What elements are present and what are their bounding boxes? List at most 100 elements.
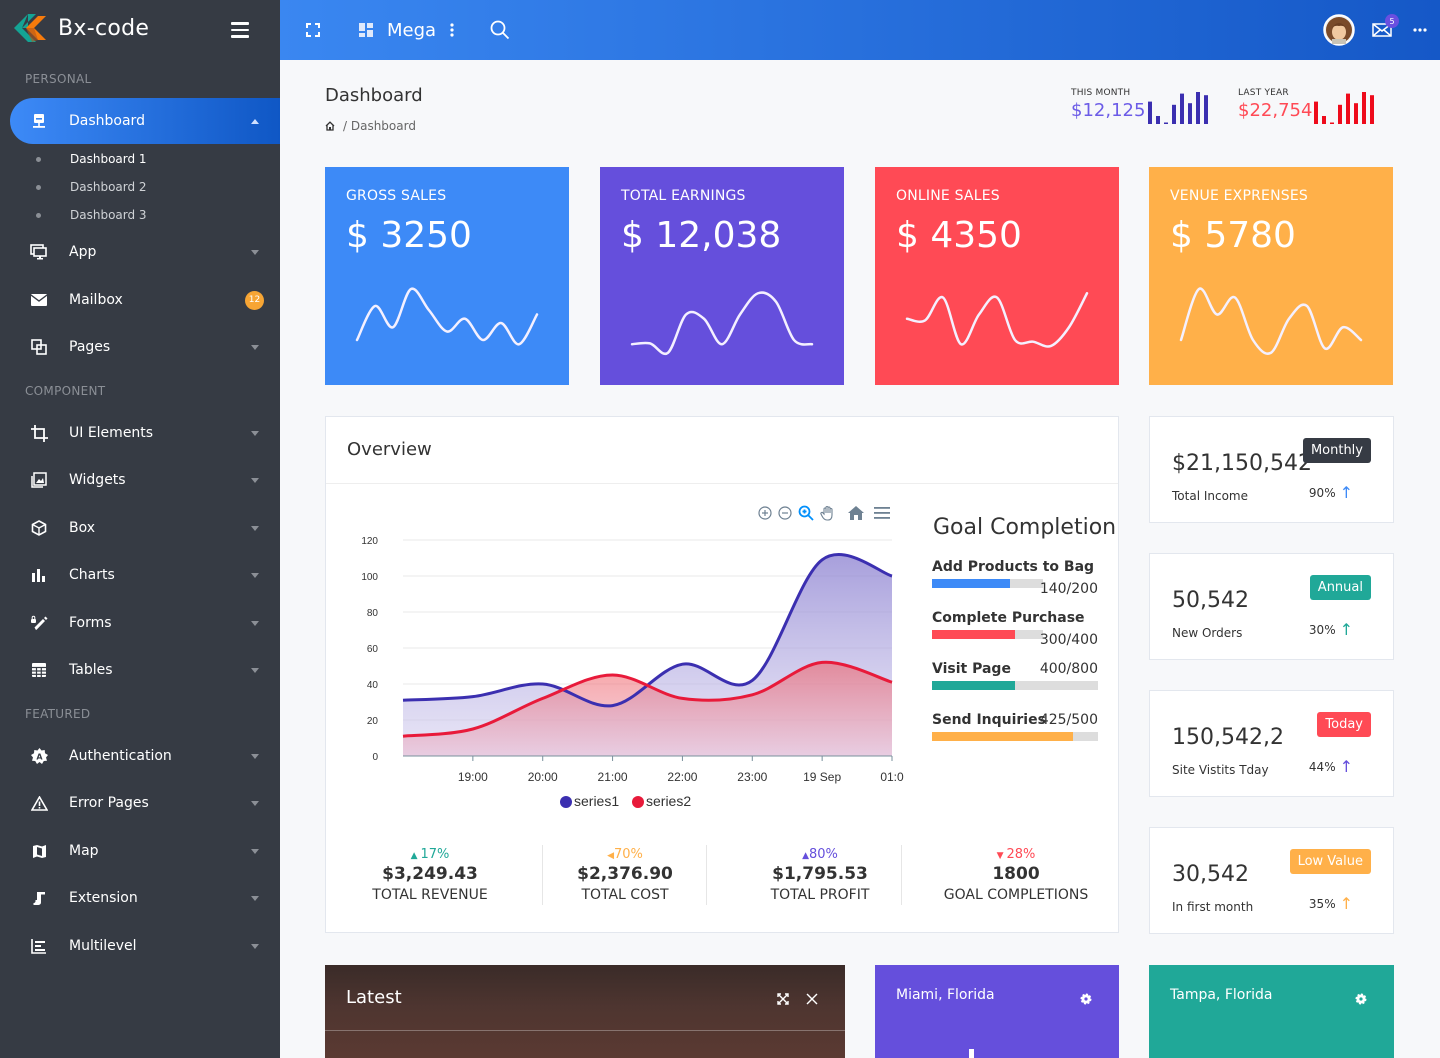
x-tick-label: 19:00 (458, 770, 488, 784)
stat-card-venue-expenses[interactable]: VENUE EXPRENSES $ 5780 (1149, 167, 1393, 385)
sidebar-item-extension[interactable]: Extension (0, 875, 280, 921)
goal-progress-fill (932, 681, 1015, 690)
side-card-change: 90% ↑ (1308, 483, 1353, 502)
close-icon[interactable] (806, 993, 818, 1005)
bullet-icon (36, 184, 41, 190)
goal-progress-fill (932, 630, 1016, 639)
header-stat-sparkbar (1148, 92, 1208, 124)
y-tick-label: 20 (367, 716, 379, 727)
fullscreen-button[interactable] (306, 0, 320, 60)
side-card-total-income: $21,150,542 Total Income Monthly 90% ↑ (1149, 416, 1394, 523)
more-options-button[interactable] (1413, 0, 1427, 60)
mini-bar (1370, 95, 1374, 124)
messages-button[interactable]: 5 (1372, 0, 1399, 60)
sidebar-item-map[interactable]: Map (0, 828, 280, 874)
legend-label[interactable]: series2 (646, 793, 691, 809)
header-stat-sparkbar (1314, 92, 1374, 124)
sidebar-item-app[interactable]: App (0, 229, 280, 275)
chevron-down-icon (251, 800, 259, 806)
latest-card-title: Latest (346, 987, 402, 1008)
sidebar-item-authentication[interactable]: A Authentication (0, 733, 280, 779)
sidebar-item-widgets[interactable]: Widgets (0, 457, 280, 503)
messages-count-badge: 5 (1385, 14, 1399, 28)
chevron-down-icon (251, 430, 259, 436)
overview-area-chart[interactable]: 0 20 40 60 80 100 120 19:00 20:00 21:00 22:00 23:00… (326, 517, 920, 817)
kpi-value: $3,249.43 (382, 864, 478, 884)
bar-chart-icon (30, 566, 48, 584)
stat-card-online-sales[interactable]: ONLINE SALES $ 4350 (875, 167, 1119, 385)
legend-marker[interactable] (560, 796, 572, 808)
kpi-value: 1800 (992, 864, 1040, 884)
gear-icon[interactable] (1355, 993, 1367, 1005)
sparkline-path (355, 287, 539, 346)
sparkline-path (630, 291, 814, 356)
top-navbar: Mega 5 (280, 0, 1440, 60)
sidebar-item-label: Forms (69, 615, 112, 631)
chevron-down-icon (251, 344, 259, 350)
sidebar-item-label: Error Pages (69, 795, 149, 811)
chevron-down-icon (251, 667, 259, 673)
section-personal: PERSONAL (25, 72, 92, 86)
map-icon (30, 842, 48, 860)
search-button[interactable] (490, 0, 510, 60)
bullet-icon (36, 212, 41, 218)
goal-progress-fill (932, 579, 1010, 588)
subitem-label: Dashboard 2 (70, 180, 147, 194)
more-horizontal-icon (1413, 28, 1427, 32)
chevron-down-icon (251, 895, 259, 901)
goal-complete-purchase: Complete Purchase 300/400 (932, 610, 1098, 650)
arrow-up-icon: ▲ (802, 851, 809, 861)
legend-label[interactable]: series1 (574, 793, 619, 809)
sidebar-subitem-dashboard-3[interactable]: Dashboard 3 (0, 201, 280, 229)
goal-progress-bar (932, 681, 1098, 690)
sidebar-toggle-button[interactable] (231, 22, 249, 42)
stat-card-gross-sales[interactable]: GROSS SALES $ 3250 (325, 167, 569, 385)
sidebar-subitem-dashboard-2[interactable]: Dashboard 2 (0, 173, 280, 201)
sidebar-item-charts[interactable]: Charts (0, 552, 280, 598)
weather-chart-bar (969, 1049, 974, 1058)
user-avatar[interactable] (1323, 0, 1355, 60)
side-card-site-visits: 150,542,2 Site Vistits Tday Today 44% ↑ (1149, 690, 1394, 797)
sidebar-item-box[interactable]: Box (0, 505, 280, 551)
gear-icon[interactable] (1080, 993, 1092, 1005)
mini-bar (1314, 101, 1318, 124)
kpi-label: GOAL COMPLETIONS (943, 887, 1089, 903)
align-icon (30, 937, 48, 955)
sidebar-item-mailbox[interactable]: Mailbox 12 (0, 277, 280, 323)
search-icon (490, 20, 510, 40)
sidebar-item-multilevel[interactable]: Multilevel (0, 923, 280, 969)
sidebar-item-pages[interactable]: Pages (0, 324, 280, 370)
legend-marker[interactable] (632, 796, 644, 808)
goal-count: 425/500 (1039, 712, 1098, 728)
app-logo[interactable]: Bx-code (14, 14, 149, 42)
header-stat-caption: LAST YEAR (1238, 88, 1289, 98)
stat-card-sparkline (905, 292, 1089, 348)
kpi-label: TOTAL PROFIT (770, 887, 870, 903)
mega-menu-label: Mega (387, 19, 437, 41)
chevron-down-icon (251, 249, 259, 255)
sidebar-item-label: Box (69, 520, 96, 536)
divider (325, 1030, 845, 1031)
expand-icon[interactable] (777, 993, 789, 1005)
stat-card-total-earnings[interactable]: TOTAL EARNINGS $ 12,038 (600, 167, 844, 385)
kpi-total-revenue: ▲ 17% $3,249.43 TOTAL REVENUE (356, 847, 504, 903)
kpi-total-profit: ▲80% $1,795.53 TOTAL PROFIT (746, 847, 894, 903)
stat-card-value: $ 3250 (346, 215, 472, 256)
weather-card-title: Miami, Florida (896, 987, 995, 1003)
sidebar-subitem-dashboard-1[interactable]: Dashboard 1 (0, 145, 280, 173)
mini-bar (1338, 104, 1342, 124)
stat-card-value: $ 12,038 (621, 215, 782, 256)
mail-icon (30, 291, 48, 309)
goal-progress-bar (932, 579, 1043, 588)
mega-menu-button[interactable]: Mega (359, 0, 454, 60)
goal-name: Add Products to Bag (932, 559, 1095, 575)
y-tick-label: 60 (367, 644, 379, 655)
stat-card-title: TOTAL EARNINGS (621, 188, 746, 204)
sidebar-item-dashboard[interactable]: Dashboard (10, 98, 280, 144)
sidebar-item-label: Mailbox (69, 292, 123, 308)
home-icon[interactable] (325, 121, 335, 131)
sidebar-item-ui-elements[interactable]: UI Elements (0, 410, 280, 456)
sidebar-item-tables[interactable]: Tables (0, 647, 280, 693)
sidebar-item-error-pages[interactable]: Error Pages (0, 780, 280, 826)
sidebar-item-forms[interactable]: Forms (0, 600, 280, 646)
